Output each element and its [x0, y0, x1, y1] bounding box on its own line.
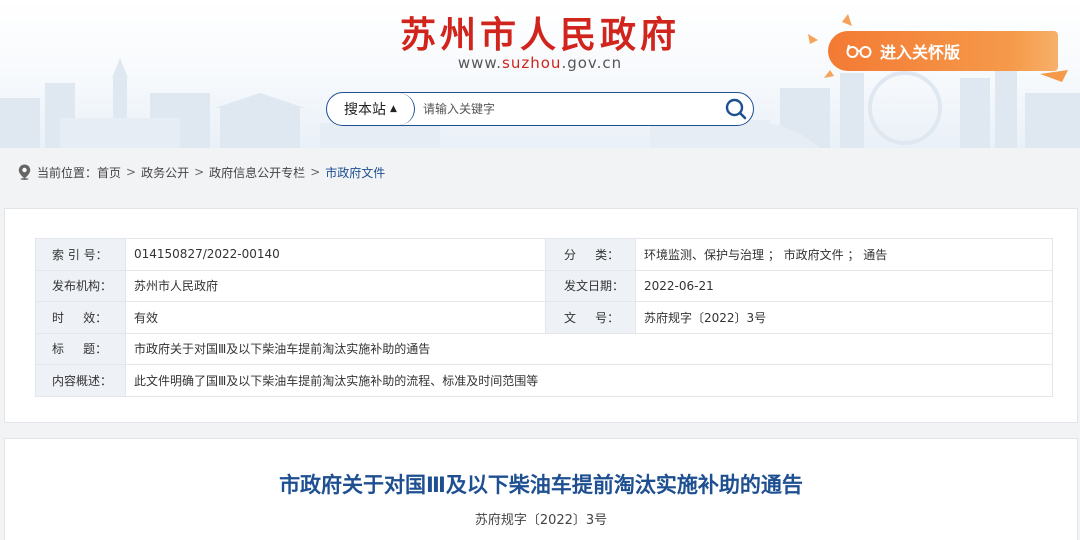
care-mode-button[interactable]: 进入关怀版 [828, 31, 1058, 71]
article-doc-number: 苏府规字〔2022〕3号 [474, 513, 608, 528]
care-mode-label: 进入关怀版 [880, 43, 961, 62]
table-row: 标 题： 市政府关于对国Ⅲ及以下柴油车提前淘汰实施补助的通告 [35, 332, 1053, 365]
date-label: 发文日期： [545, 269, 636, 302]
breadcrumb-gov-affairs[interactable]: 政务公开 [141, 164, 189, 181]
breadcrumb-separator: > [194, 165, 205, 179]
docno-value: 苏府规字〔2022〕3号 [635, 301, 1053, 334]
summary-label: 内容概述： [35, 364, 126, 397]
title-label: 标 题： [35, 332, 126, 365]
search-scope-label: 搜本站 [344, 102, 387, 118]
breadcrumb: 当前位置： 首页 > 政务公开 > 政府信息公开专栏 > 市政府文件 [18, 162, 385, 182]
publisher-label: 发布机构： [35, 269, 126, 302]
breadcrumb-home[interactable]: 首页 [97, 164, 121, 181]
caret-up-icon: ▲ [390, 104, 397, 114]
table-row: 索 引 号： 014150827/2022-00140 分 类： 环境监测、保护… [35, 238, 1053, 271]
index-value: 014150827/2022-00140 [125, 238, 546, 271]
url-highlight: suzhou [502, 54, 562, 72]
table-row: 发布机构： 苏州市人民政府 发文日期： 2022-06-21 [35, 269, 1053, 302]
breadcrumb-separator: > [126, 165, 137, 179]
search-scope-select[interactable]: 搜本站 ▲ [327, 93, 415, 125]
date-value: 2022-06-21 [635, 269, 1053, 302]
validity-value: 有效 [125, 301, 546, 334]
breadcrumb-info-disclosure[interactable]: 政府信息公开专栏 [209, 164, 305, 181]
category-label: 分 类： [545, 238, 636, 271]
summary-value: 此文件明确了国Ⅲ及以下柴油车提前淘汰实施补助的流程、标准及时间范围等 [125, 364, 1053, 397]
table-row: 时 效： 有效 文 号： 苏府规字〔2022〕3号 [35, 301, 1053, 334]
table-row: 内容概述： 此文件明确了国Ⅲ及以下柴油车提前淘汰实施补助的流程、标准及时间范围等 [35, 364, 1053, 397]
article-title: 市政府关于对国Ⅲ及以下柴油车提前淘汰实施补助的通告 [279, 473, 803, 497]
breadcrumb-prefix: 当前位置： [37, 165, 98, 180]
breadcrumb-separator: > [310, 165, 321, 179]
url-suffix: .gov.cn [561, 54, 623, 72]
article-content: 市政府关于对国Ⅲ及以下柴油车提前淘汰实施补助的通告 苏府规字〔2022〕3号 [4, 438, 1078, 540]
site-header: 苏州市人民政府 www.suzhou.gov.cn 进入关怀版 搜本站 ▲ [0, 0, 1080, 148]
document-info-table: 索 引 号： 014150827/2022-00140 分 类： 环境监测、保护… [35, 238, 1053, 397]
validity-label: 时 效： [35, 301, 126, 334]
docno-label: 文 号： [545, 301, 636, 334]
url-prefix: www. [457, 54, 503, 72]
index-label: 索 引 号： [35, 238, 126, 271]
breadcrumb-current[interactable]: 市政府文件 [325, 164, 385, 181]
glasses-icon [846, 43, 872, 59]
location-pin-icon [18, 164, 31, 180]
search-input[interactable] [415, 102, 719, 116]
document-info-panel: 索 引 号： 014150827/2022-00140 分 类： 环境监测、保护… [4, 208, 1078, 423]
search-button[interactable] [719, 93, 753, 125]
title-value: 市政府关于对国Ⅲ及以下柴油车提前淘汰实施补助的通告 [125, 332, 1053, 365]
category-value: 环境监测、保护与治理 ； 市政府文件 ； 通告 [635, 238, 1053, 271]
search-icon [725, 98, 747, 120]
publisher-value: 苏州市人民政府 [125, 269, 546, 302]
search-bar: 搜本站 ▲ [326, 92, 754, 126]
